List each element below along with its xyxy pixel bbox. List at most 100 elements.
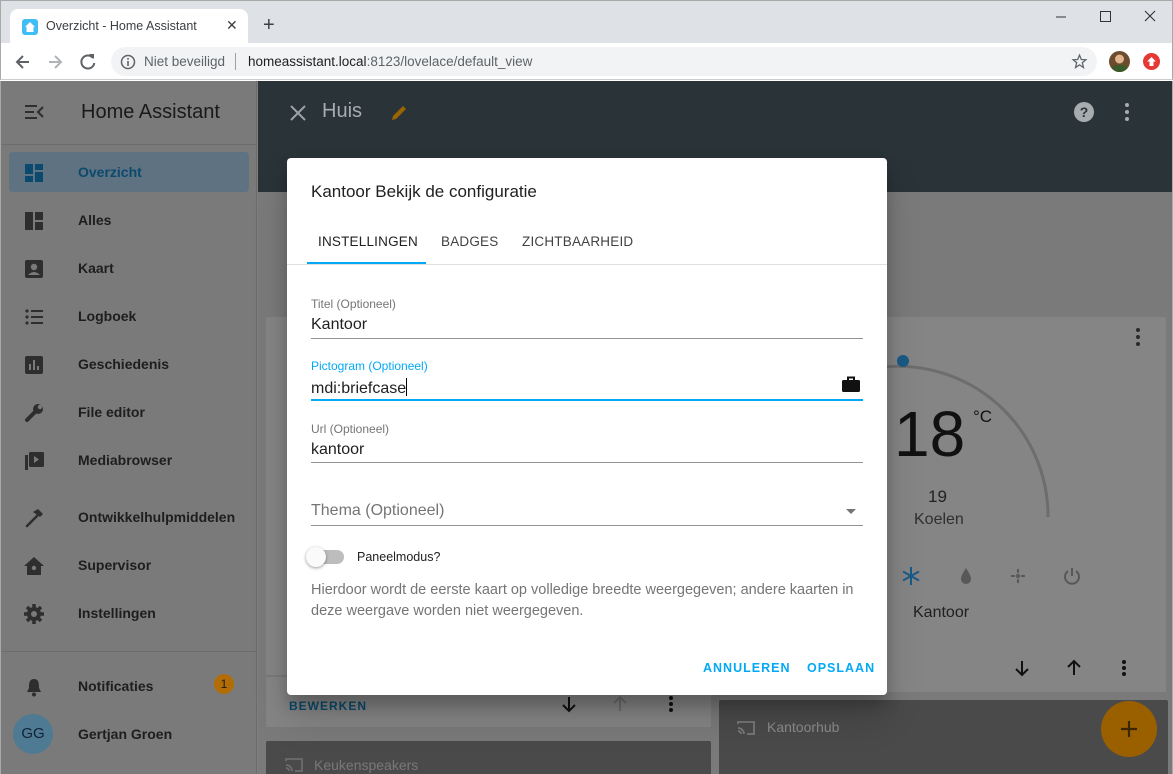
url-path: :8123/lovelace/default_view: [366, 54, 533, 69]
close-tab-icon[interactable]: ✕: [226, 17, 238, 34]
home-assistant-favicon-icon: [22, 19, 38, 35]
menu-collapse-icon[interactable]: [23, 103, 45, 121]
cast-icon: [737, 721, 755, 735]
avatar: GG: [13, 714, 53, 754]
tab-zichtbaarheid[interactable]: ZICHTBAARHEID: [522, 234, 633, 249]
icon-field-underline: [311, 399, 863, 401]
card-menu-icon[interactable]: [1135, 327, 1141, 347]
sidebar-item-label: Logboek: [78, 308, 137, 324]
panel-mode-switch[interactable]: [306, 547, 344, 567]
sidebar-item-label: Kaart: [78, 260, 114, 276]
card-options-icon[interactable]: [668, 695, 674, 713]
sidebar-item-mediabrowser[interactable]: Mediabrowser: [9, 440, 249, 480]
forward-arrow-icon[interactable]: [45, 52, 65, 72]
sidebar-item-geschiedenis[interactable]: Geschiedenis: [9, 344, 249, 384]
theme-select-placeholder: Thema (Optioneel): [311, 502, 445, 519]
sidebar-item-file-editor[interactable]: File editor: [9, 392, 249, 432]
text-cursor: [406, 378, 408, 396]
home-assistant-icon: [23, 555, 45, 577]
svg-text:?: ?: [1080, 104, 1089, 120]
bookmark-star-icon[interactable]: [1071, 53, 1088, 70]
extension-icon[interactable]: [1143, 53, 1160, 70]
sidebar-divider: [1, 651, 257, 652]
save-button[interactable]: OPSLAAN: [807, 661, 875, 675]
sidebar-item-supervisor[interactable]: Supervisor: [9, 545, 249, 585]
sidebar-item-overzicht[interactable]: Overzicht: [9, 152, 249, 192]
play-box-multiple-icon: [23, 450, 45, 472]
close-window-icon[interactable]: [1140, 7, 1160, 27]
cancel-button[interactable]: ANNULEREN: [703, 661, 790, 675]
sidebar: Home Assistant Overzicht Alles Kaart Log…: [1, 81, 257, 774]
icon-field-input: mdi:briefcase: [311, 378, 863, 398]
browser-profile-avatar[interactable]: [1109, 51, 1130, 72]
browser-tab[interactable]: Overzicht - Home Assistant ✕: [10, 9, 248, 44]
more-options-icon[interactable]: [1124, 101, 1130, 123]
back-arrow-icon[interactable]: [13, 52, 33, 72]
browser-tab-strip: Overzicht - Home Assistant ✕ +: [0, 0, 1173, 44]
help-circle-icon[interactable]: ?: [1073, 101, 1095, 123]
map-account-icon: [23, 258, 45, 280]
card-options-icon[interactable]: [1121, 659, 1127, 677]
move-down-arrow-icon[interactable]: [1013, 659, 1031, 677]
pencil-icon[interactable]: [388, 102, 410, 124]
edit-card-button[interactable]: BEWERKEN: [289, 699, 367, 713]
wrench-icon: [23, 402, 45, 424]
sidebar-item-label: Instellingen: [78, 605, 156, 621]
security-label: Niet beveiligd: [144, 54, 226, 69]
briefcase-icon: [842, 376, 860, 392]
url-field[interactable]: Url (Optioneel) kantoor: [311, 422, 863, 464]
url-bar[interactable]: Niet beveiligd homeassistant.local:8123/…: [111, 47, 1097, 76]
move-up-arrow-icon[interactable]: [1065, 659, 1083, 677]
url-text[interactable]: homeassistant.local:8123/lovelace/defaul…: [248, 54, 532, 69]
close-edit-mode-icon[interactable]: [288, 103, 308, 123]
sidebar-item-label: File editor: [78, 404, 145, 420]
title-field-underline: [311, 338, 863, 339]
theme-select[interactable]: Thema (Optioneel): [311, 502, 863, 526]
notification-count-badge: 1: [214, 674, 234, 694]
sidebar-item-ontwikkelhulpmiddelen[interactable]: Ontwikkelhulpmiddelen: [9, 497, 249, 537]
view-dashboard-icon: [23, 162, 45, 184]
sidebar-item-instellingen[interactable]: Instellingen: [9, 593, 249, 633]
view-config-dialog: Kantoor Bekijk de configuratie INSTELLIN…: [287, 158, 887, 695]
tab-instellingen[interactable]: INSTELLINGEN: [318, 234, 418, 249]
thermostat-name: Kantoor: [913, 604, 970, 621]
sidebar-item-logboek[interactable]: Logboek: [9, 296, 249, 336]
active-tab-indicator: [307, 262, 426, 264]
new-tab-icon[interactable]: +: [263, 15, 275, 35]
fan-icon[interactable]: [1008, 566, 1028, 586]
water-drop-icon[interactable]: [959, 567, 973, 585]
sidebar-header: Home Assistant: [1, 81, 257, 145]
url-field-value: kantoor: [311, 441, 365, 458]
sidebar-item-label: Ontwikkelhulpmiddelen: [78, 509, 236, 525]
reload-icon[interactable]: [78, 52, 98, 72]
power-icon[interactable]: [1062, 566, 1082, 586]
sidebar-item-alles[interactable]: Alles: [9, 200, 249, 240]
title-field[interactable]: Titel (Optioneel) Kantoor: [311, 297, 863, 339]
icon-field[interactable]: Pictogram (Optioneel) mdi:briefcase: [311, 359, 863, 401]
move-up-arrow-icon[interactable]: [611, 695, 629, 713]
sidebar-title: Home Assistant: [81, 101, 220, 123]
sidebar-item-label: Geschiedenis: [78, 356, 170, 372]
sidebar-item-notificaties[interactable]: Notificaties 1: [9, 666, 249, 706]
cog-icon: [23, 603, 45, 625]
media-card-title: Keukenspeakers: [314, 757, 419, 773]
add-card-fab[interactable]: [1101, 701, 1157, 757]
sidebar-item-label: Mediabrowser: [78, 452, 173, 468]
minimize-window-icon[interactable]: [1051, 7, 1071, 27]
dialog-tabs: INSTELLINGEN BADGES ZICHTBAARHEID: [287, 224, 887, 265]
tab-badges[interactable]: BADGES: [441, 234, 498, 249]
url-host: homeassistant.local: [248, 54, 367, 69]
info-circle-icon[interactable]: [120, 54, 136, 70]
current-temperature: 18: [894, 398, 966, 470]
hvac-mode-label: Koelen: [914, 511, 964, 528]
snowflake-icon[interactable]: [901, 566, 921, 586]
title-field-label: Titel (Optioneel): [311, 297, 396, 311]
sidebar-item-label: Overzicht: [78, 164, 142, 180]
maximize-window-icon[interactable]: [1095, 7, 1115, 27]
bell-icon: [23, 676, 45, 698]
move-down-arrow-icon[interactable]: [560, 695, 578, 713]
cast-icon: [285, 758, 303, 772]
sidebar-item-label: Alles: [78, 212, 112, 228]
sidebar-item-user[interactable]: GG Gertjan Groen: [9, 714, 249, 754]
sidebar-item-kaart[interactable]: Kaart: [9, 248, 249, 288]
